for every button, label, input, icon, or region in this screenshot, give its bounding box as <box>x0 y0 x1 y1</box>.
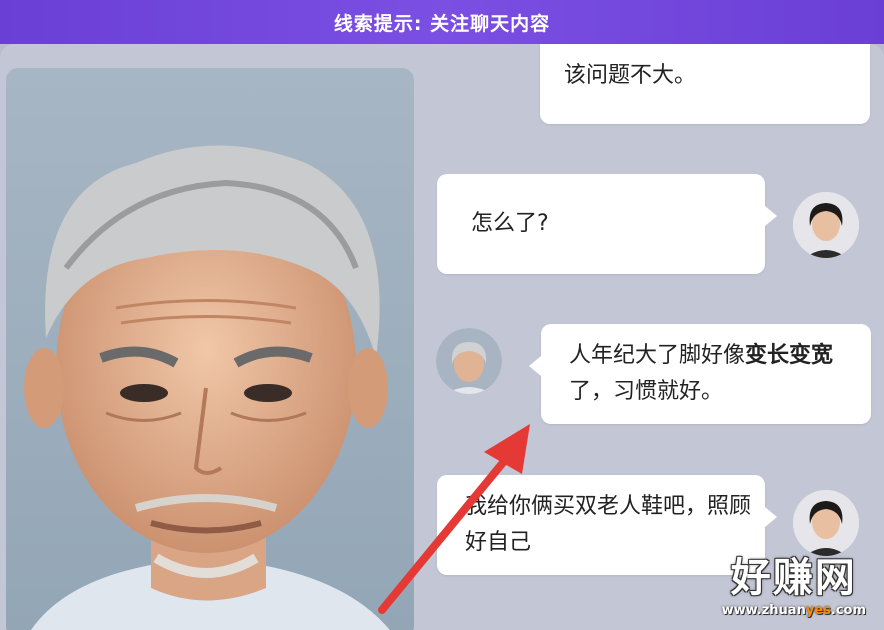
hint-bar: 线索提示: 关注聊天内容 <box>0 0 884 44</box>
red-arrow-icon <box>378 424 530 614</box>
watermark: 好赚网 www.zhuanyes.com <box>722 545 866 618</box>
game-panel: 该问题不大。 怎么了? 人年纪大了脚好像变长变宽了，习惯就好。 我给你俩买双老人… <box>0 44 884 630</box>
hint-text: 线索提示: 关注聊天内容 <box>333 12 551 35</box>
watermark-logo: 好赚网 <box>730 555 857 601</box>
watermark-url-part: www.zhuan <box>721 603 806 618</box>
watermark-url: www.zhuanyes.com <box>722 603 866 618</box>
watermark-url-part: yes <box>805 603 831 618</box>
watermark-url-part: .com <box>830 603 866 618</box>
